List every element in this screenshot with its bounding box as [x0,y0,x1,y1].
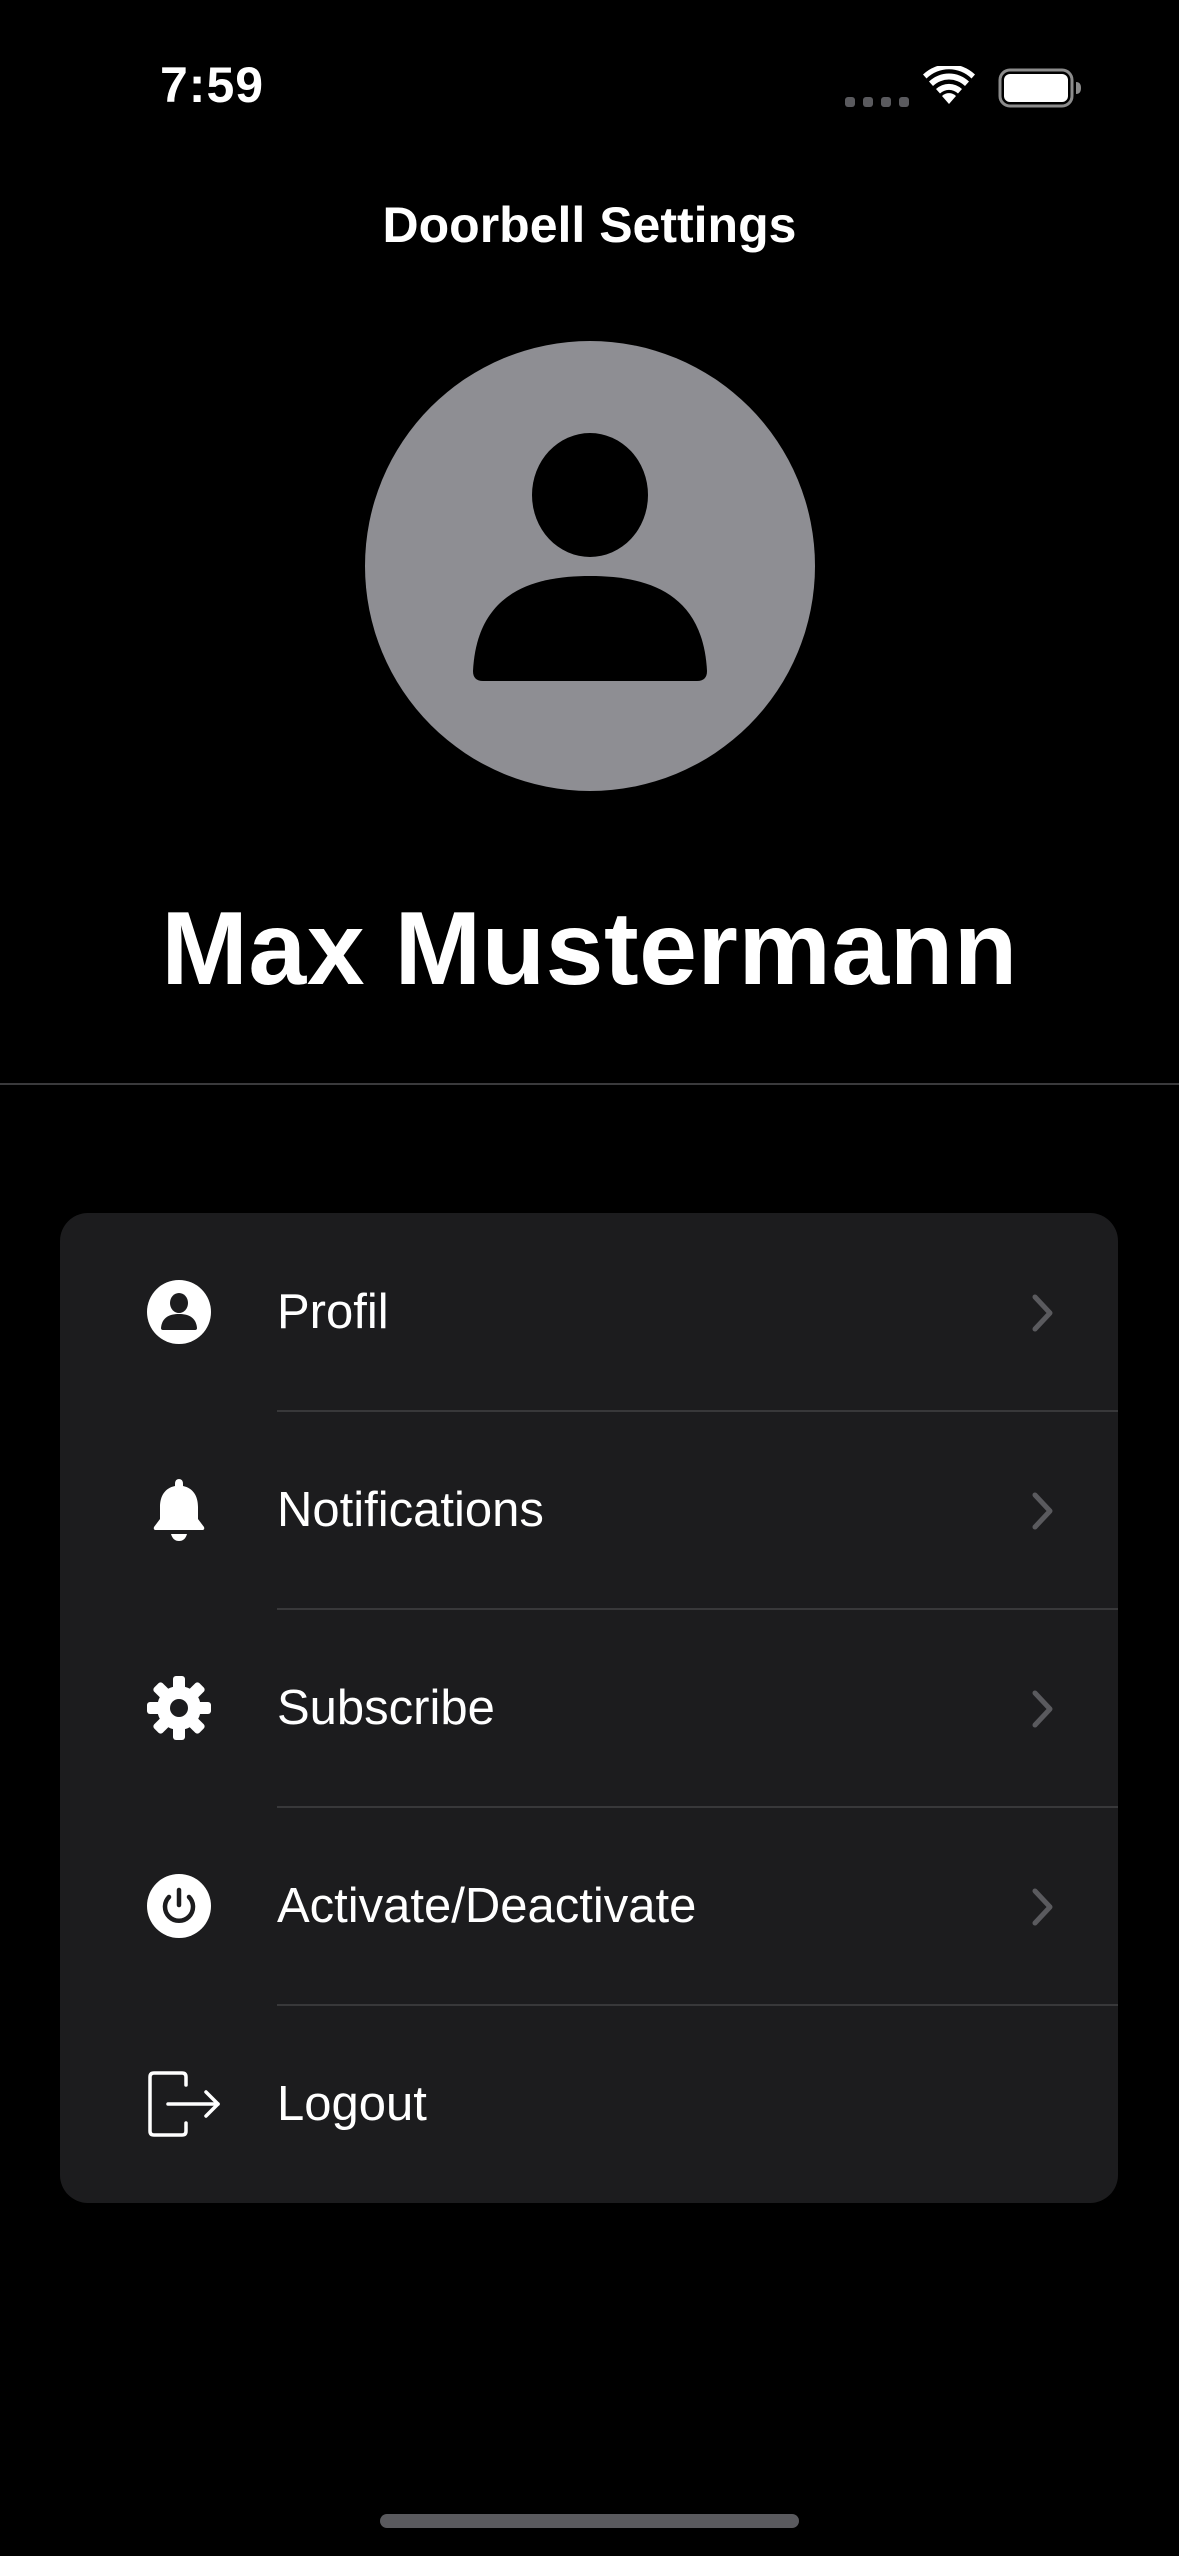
chevron-right-icon [1030,1293,1056,1333]
home-indicator[interactable] [380,2514,799,2528]
menu-item-label: Subscribe [277,1681,495,1735]
logout-icon [148,2071,222,2137]
person-silhouette-icon [473,433,707,681]
menu-item-label: Logout [277,2077,427,2131]
menu-item-label: Activate/Deactivate [277,1879,697,1933]
menu-item-subscribe[interactable]: Subscribe [60,1609,1118,1807]
menu-item-profil[interactable]: Profil [60,1213,1118,1411]
chevron-right-icon [1030,1689,1056,1729]
wifi-icon [923,64,975,106]
chevron-right-icon [1030,1887,1056,1927]
status-bar: 7:59 [0,0,1179,160]
divider [0,1083,1179,1085]
menu-item-label: Notifications [277,1483,544,1537]
page-title: Doorbell Settings [382,197,797,253]
chevron-right-icon [1030,1491,1056,1531]
menu-item-logout[interactable]: Logout [60,2005,1118,2203]
status-time: 7:59 [160,57,265,113]
battery-icon [998,68,1082,108]
avatar[interactable] [365,341,815,791]
menu-item-notifications[interactable]: Notifications [60,1411,1118,1609]
menu-item-activate-deactivate[interactable]: Activate/Deactivate [60,1807,1118,2005]
cellular-signal-icon [845,97,909,107]
person-circle-icon [146,1279,212,1345]
user-name: Max Mustermann [161,891,1018,1007]
menu-item-label: Profil [277,1285,389,1339]
power-icon [146,1873,212,1939]
bell-icon [146,1477,212,1543]
gear-icon [146,1675,212,1741]
settings-menu: Profil Notifications Subscribe Activate/… [60,1213,1118,2203]
